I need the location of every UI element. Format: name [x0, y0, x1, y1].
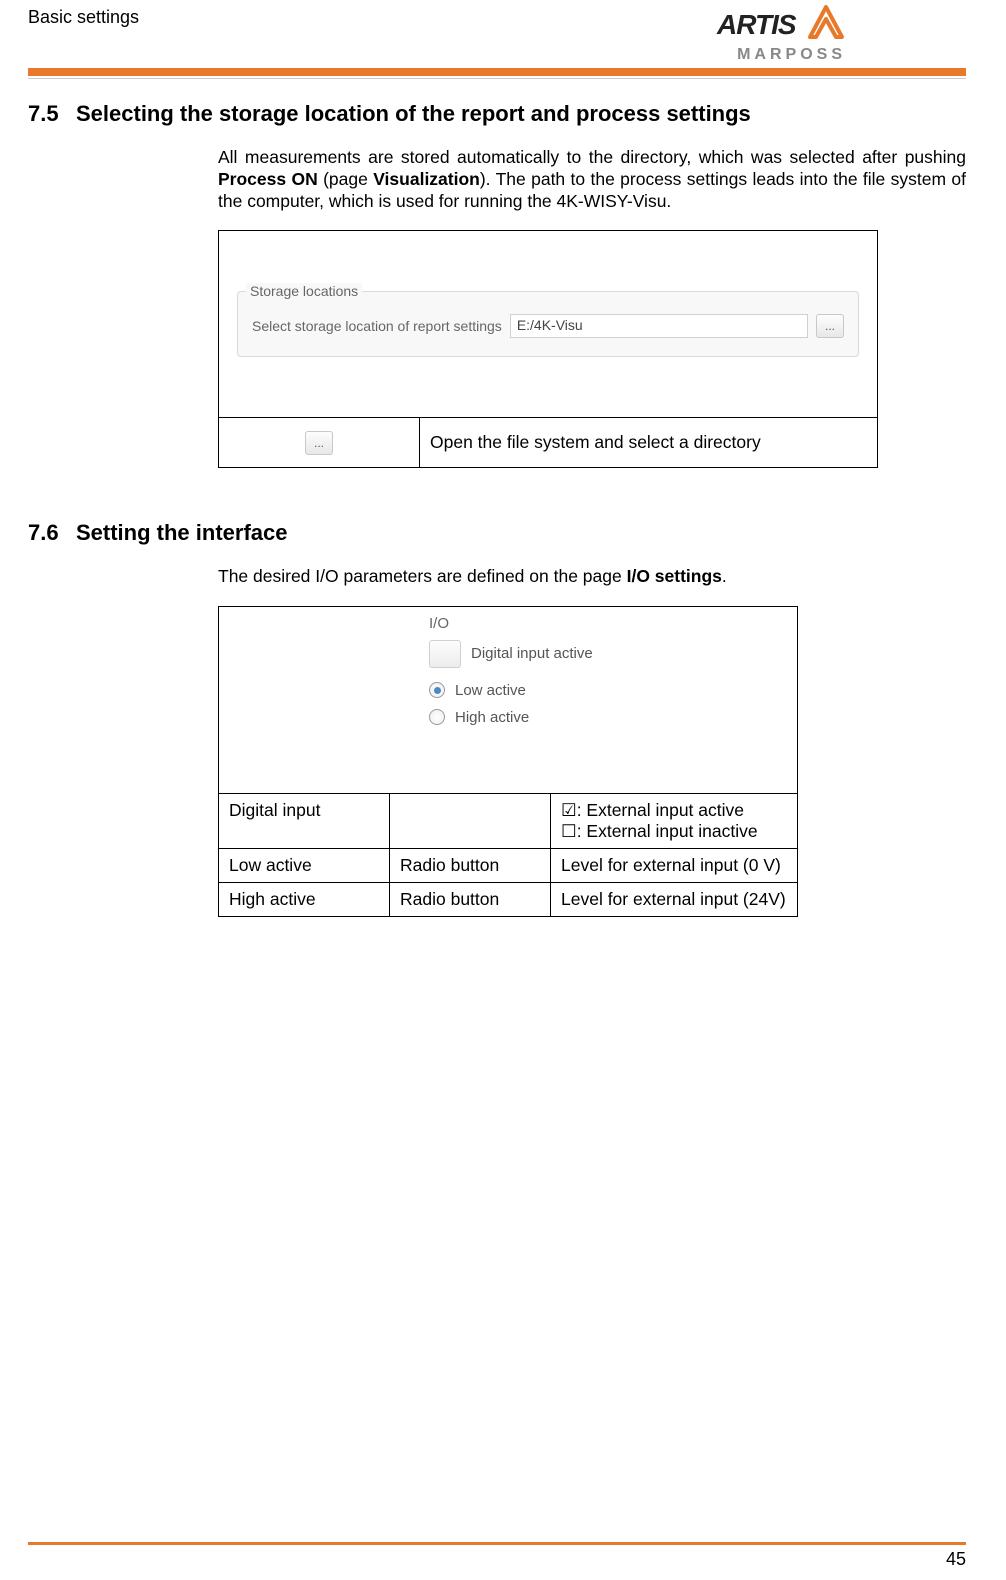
storage-screenshot: Storage locations Select storage locatio…	[219, 231, 877, 417]
high-active-label: High active	[455, 709, 529, 726]
table-cell: High active	[219, 882, 390, 916]
table-cell: Radio button	[390, 882, 551, 916]
page-number: 45	[28, 1549, 966, 1570]
table-row: High active Radio button Level for exter…	[219, 882, 797, 916]
browse-icon-example: ...	[305, 431, 333, 455]
storage-label: Select storage location of report settin…	[252, 318, 502, 334]
low-active-row: Low active	[429, 682, 797, 699]
io-screenshot: I/O Digital input active Low active High…	[219, 607, 797, 793]
table-cell: Level for external input (24V)	[551, 882, 798, 916]
table-cell: Level for external input (0 V)	[551, 848, 798, 882]
io-header: I/O	[429, 615, 797, 632]
digital-input-checkbox[interactable]	[429, 640, 461, 668]
marposs-logo-text: MARPOSS	[717, 46, 846, 64]
io-figure: I/O Digital input active Low active High…	[218, 606, 798, 917]
table-cell: Radio button	[390, 848, 551, 882]
high-active-row: High active	[429, 709, 797, 726]
section-7-5-paragraph: All measurements are stored automaticall…	[218, 147, 966, 213]
browse-desc: Open the file system and select a direct…	[420, 418, 877, 467]
p75-b1: Process ON	[218, 169, 318, 189]
artis-logo-text: ARTIS	[717, 9, 796, 41]
section-7-5-title: Selecting the storage location of the re…	[76, 101, 751, 126]
footer-orange-line	[28, 1542, 966, 1545]
p76-b1: I/O settings	[627, 566, 722, 586]
table-cell: Digital input	[219, 793, 390, 848]
header-orange-bar	[28, 68, 966, 76]
table-row: Low active Radio button Level for extern…	[219, 848, 797, 882]
section-7-6-heading: 7.6Setting the interface	[28, 520, 966, 546]
section-7-5-heading: 7.5Selecting the storage location of the…	[28, 101, 966, 127]
page-header: Basic settings ARTIS MARPOSS	[28, 0, 966, 64]
storage-figure: Storage locations Select storage locatio…	[218, 230, 878, 468]
p76-t1: The desired I/O parameters are defined o…	[218, 566, 627, 586]
io-table: Digital input ☑: External input active ☐…	[219, 793, 797, 916]
storage-panel: Storage locations Select storage locatio…	[237, 291, 859, 357]
p75-t2: (page	[318, 169, 373, 189]
section-7-5-number: 7.5	[28, 101, 76, 127]
browse-button[interactable]: ...	[816, 314, 844, 338]
digital-input-label: Digital input active	[471, 645, 593, 662]
storage-path-input[interactable]: E:/4K-Visu	[510, 314, 808, 338]
footer: 45	[28, 1542, 966, 1570]
p75-t1: All measurements are stored automaticall…	[218, 147, 966, 167]
section-7-6-number: 7.6	[28, 520, 76, 546]
header-gray-line	[28, 78, 966, 79]
table-cell	[390, 793, 551, 848]
section-7-6-title: Setting the interface	[76, 520, 287, 545]
table-row: Digital input ☑: External input active ☐…	[219, 793, 797, 848]
browse-icon-cell: ...	[219, 418, 420, 467]
p76-t2: .	[722, 566, 727, 586]
section-7-6-paragraph: The desired I/O parameters are defined o…	[218, 566, 966, 588]
storage-legend: Storage locations	[246, 283, 362, 299]
p75-b2: Visualization	[373, 169, 480, 189]
header-title: Basic settings	[28, 5, 139, 28]
table-cell: Low active	[219, 848, 390, 882]
logo-block: ARTIS MARPOSS	[717, 5, 966, 64]
low-active-label: Low active	[455, 682, 526, 699]
high-active-radio[interactable]	[429, 709, 445, 725]
low-active-radio[interactable]	[429, 682, 445, 698]
digital-input-row: Digital input active	[429, 640, 797, 668]
storage-legend-row: ... Open the file system and select a di…	[219, 417, 877, 467]
table-cell: ☑: External input active ☐: External inp…	[551, 793, 798, 848]
artis-a-icon	[806, 5, 846, 44]
